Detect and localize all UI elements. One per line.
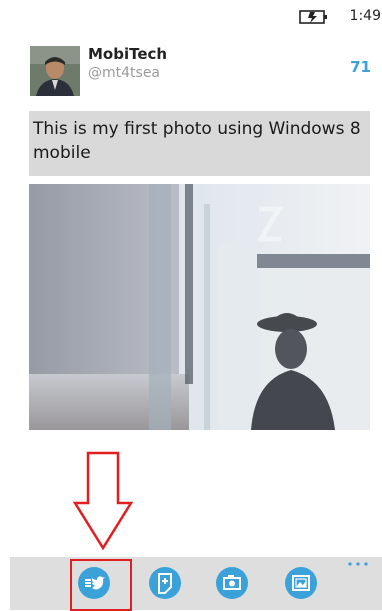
remaining-characters-count: 71 bbox=[350, 58, 371, 76]
camera-button[interactable] bbox=[216, 567, 248, 599]
battery-charging-icon bbox=[299, 10, 327, 24]
annotation-arrow-icon bbox=[73, 451, 133, 551]
note-plus-icon bbox=[158, 573, 172, 594]
account-name: MobiTech bbox=[88, 45, 168, 63]
app-bar bbox=[10, 557, 382, 610]
account-handle: @mt4tsea bbox=[88, 65, 161, 81]
clock: 1:49 bbox=[349, 8, 381, 24]
avatar[interactable] bbox=[30, 46, 80, 96]
attached-photo[interactable] bbox=[29, 184, 370, 430]
gallery-button[interactable] bbox=[285, 567, 317, 599]
annotation-highlight-box bbox=[70, 559, 132, 611]
tweet-text-input[interactable]: This is my first photo using Windows 8 m… bbox=[29, 111, 370, 176]
picture-icon bbox=[292, 575, 310, 591]
add-note-button[interactable] bbox=[149, 567, 181, 599]
camera-icon bbox=[223, 575, 241, 590]
status-bar: 1:49 bbox=[0, 0, 382, 36]
more-dots-icon[interactable] bbox=[346, 559, 370, 569]
